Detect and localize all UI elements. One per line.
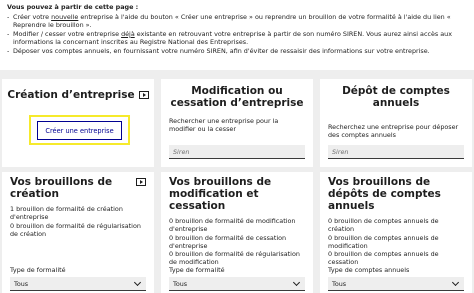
formality-type-label: Type de formalité (169, 266, 225, 274)
depot-card: Dépôt de comptes annuels Recherchez une … (320, 79, 472, 167)
draft-count-line: 0 brouillon de formalité de régularisati… (10, 221, 141, 238)
intro-title: Vous pouvez à partir de cette page : (7, 3, 139, 11)
intro-list: Créer votre nouvelle entreprise à l'aide… (7, 13, 469, 56)
chevron-down-icon (133, 278, 142, 286)
intro-item-deposit: Déposer vos comptes annuels, en fourniss… (7, 47, 469, 56)
draft-count-line: 0 brouillon de formalité de modification… (169, 217, 296, 234)
modification-card: Modification ou cessation d’entreprise R… (161, 79, 313, 167)
drafts-creation-card: Vos brouillons de création 1 brouillon d… (2, 172, 154, 293)
accounts-type-select[interactable]: Tous (328, 277, 464, 291)
drafts-modification-title: Vos brouillons de modification et cessat… (169, 176, 272, 212)
chevron-down-icon (451, 278, 460, 286)
creation-card-title: Création d’entreprise (7, 89, 135, 101)
create-company-button[interactable]: Créer une entreprise (37, 121, 122, 140)
intro-item-create: Créer votre nouvelle entreprise à l'aide… (7, 13, 469, 30)
creation-card: Création d’entreprise Créer une entrepri… (2, 79, 154, 167)
draft-count-line: 0 brouillon de comptes annuels de modifi… (328, 233, 439, 250)
drafts-modification-card: Vos brouillons de modification et cessat… (161, 172, 313, 293)
draft-count-line: 0 brouillon de comptes annuels de cessat… (328, 250, 439, 267)
drafts-creation-title: Vos brouillons de création (10, 176, 113, 200)
formality-type-select[interactable]: Tous (10, 277, 146, 291)
drafts-depot-card: Vos brouillons de dépôts de comptes annu… (320, 172, 472, 293)
drafts-creation-list: 1 brouillon de formalité de création d'e… (2, 200, 154, 238)
select-value: Tous (14, 279, 29, 288)
intro-text: Créer votre (13, 12, 52, 21)
formality-type-label: Type de formalité (10, 266, 66, 274)
modification-search-label: Rechercher une entreprise pour la modifi… (169, 117, 279, 133)
intro-text: Modifier / cesser votre entreprise (13, 29, 122, 38)
modification-card-title: Modification ou cessation d’entreprise (170, 85, 304, 109)
drafts-depot-title: Vos brouillons de dépôts de comptes annu… (328, 176, 441, 212)
highlight-frame: Créer une entreprise (29, 115, 130, 145)
modification-siren-input[interactable]: Siren (169, 145, 305, 159)
draft-count-line: 0 brouillon de comptes annuels de créati… (328, 217, 439, 234)
select-value: Tous (173, 279, 188, 288)
accounts-type-label: Type de comptes annuels (328, 266, 410, 274)
draft-count-line: 0 brouillon de formalité de régularisati… (169, 250, 300, 267)
drafts-creation-title-row: Vos brouillons de création (2, 172, 154, 200)
intro-emphasis: nouvelle (51, 12, 79, 21)
intro-item-modify: Modifier / cesser votre entreprise déjà … (7, 30, 469, 47)
depot-card-title: Dépôt de comptes annuels (342, 85, 450, 109)
drafts-modification-list: 0 brouillon de formalité de modification… (161, 212, 313, 267)
video-icon[interactable] (138, 91, 149, 99)
chevron-down-icon (292, 278, 301, 286)
formality-type-select[interactable]: Tous (169, 277, 305, 291)
depot-search-label: Recherchez une entreprise pour déposer d… (328, 123, 459, 139)
creation-title-row: Création d’entreprise (2, 79, 154, 101)
draft-count-line: 0 brouillon de formalité de cessation d'… (169, 233, 287, 250)
intro-emphasis: déjà (121, 29, 135, 38)
draft-count-line: 1 brouillon de formalité de création d'e… (10, 205, 123, 222)
drafts-depot-list: 0 brouillon de comptes annuels de créati… (320, 212, 472, 267)
select-value: Tous (332, 279, 347, 288)
intro-text: entreprise à l'aide du bouton « Créer un… (13, 12, 451, 30)
depot-siren-input[interactable]: Siren (328, 145, 464, 159)
intro-section: Vous pouvez à partir de cette page : Cré… (7, 3, 469, 56)
video-icon[interactable] (136, 178, 146, 186)
